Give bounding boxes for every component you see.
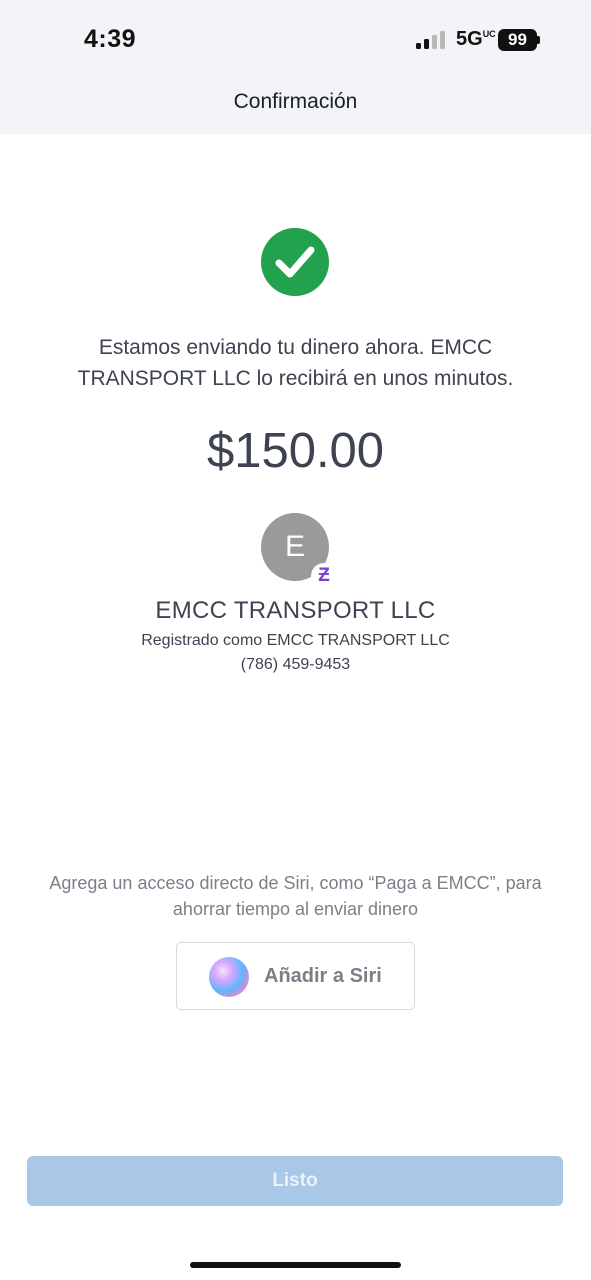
recipient-name: EMCC TRANSPORT LLC — [155, 597, 436, 624]
siri-prompt: Agrega un acceso directo de Siri, como “… — [49, 873, 542, 919]
add-to-siri-button[interactable]: Añadir a Siri — [176, 942, 415, 1010]
page-title: Confirmación — [233, 90, 358, 113]
signal-strength-icon — [416, 31, 448, 49]
recipient-phone: (786) 459-9453 — [240, 656, 351, 673]
zelle-icon: Ƶ — [311, 563, 337, 589]
registered-as: Registrado como EMCC TRANSPORT LLC — [141, 632, 450, 649]
confirmation-message: Estamos enviando tu dinero ahora. EMCC T… — [77, 336, 514, 390]
check-circle-icon — [261, 228, 329, 296]
battery-level: 99 — [498, 29, 537, 51]
done-button[interactable]: Listo — [27, 1156, 563, 1206]
amount: $150.00 — [206, 424, 385, 478]
top-bar: 4:39 5GUC 99 Confirmación — [0, 0, 591, 134]
home-indicator[interactable] — [190, 1262, 401, 1268]
battery-icon: 99 — [498, 29, 540, 51]
siri-icon — [209, 957, 249, 997]
add-to-siri-label: Añadir a Siri — [264, 965, 382, 987]
status-bar: 4:39 5GUC 99 — [0, 0, 591, 80]
status-time: 4:39 — [84, 25, 137, 53]
network-indicator: 5GUC — [456, 28, 496, 50]
